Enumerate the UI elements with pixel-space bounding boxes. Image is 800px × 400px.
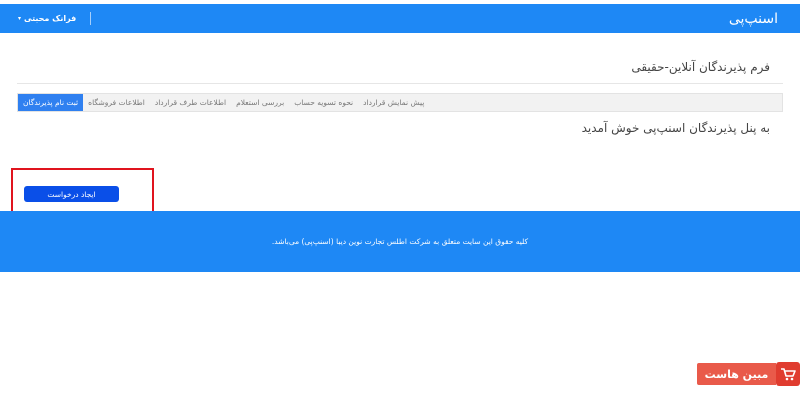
top-navbar: ▾ فرانک محبتی اسنپ‌پی (0, 4, 800, 33)
tab-acceptor-registration[interactable]: ثبت نام پذیرندگان (18, 94, 84, 111)
user-menu[interactable]: ▾ فرانک محبتی (18, 12, 92, 25)
tab-inquiry-review[interactable]: بررسی استعلام (231, 94, 289, 111)
tab-contract-preview[interactable]: پیش نمایش قرارداد (358, 94, 429, 111)
divider (17, 83, 783, 84)
watermark-text: مبین هاست (697, 363, 776, 385)
chevron-down-icon: ▾ (18, 15, 22, 22)
brand-logo-text[interactable]: اسنپ‌پی (729, 11, 778, 27)
tab-settlement-method[interactable]: نحوه تسویه حساب (289, 94, 358, 111)
welcome-message: به پنل پذیرندگان اسنپ‌پی خوش آمدید (581, 121, 770, 135)
copyright-text: کلیه حقوق این سایت متعلق به شرکت اطلس تج… (271, 237, 529, 246)
tab-contract-party-info[interactable]: اطلاعات طرف قرارداد (150, 94, 231, 111)
user-name: فرانک محبتی (24, 14, 77, 23)
cart-icon (776, 362, 800, 386)
page-title: فرم پذیرندگان آنلاین-حقیقی (631, 60, 770, 74)
create-request-button[interactable]: ایجاد درخواست (24, 186, 119, 202)
watermark-logo: مبین هاست (697, 362, 800, 386)
step-tabs: ثبت نام پذیرندگان اطلاعات فروشگاه اطلاعا… (17, 93, 783, 112)
tab-store-info[interactable]: اطلاعات فروشگاه (83, 94, 150, 111)
footer: کلیه حقوق این سایت متعلق به شرکت اطلس تج… (0, 211, 800, 272)
